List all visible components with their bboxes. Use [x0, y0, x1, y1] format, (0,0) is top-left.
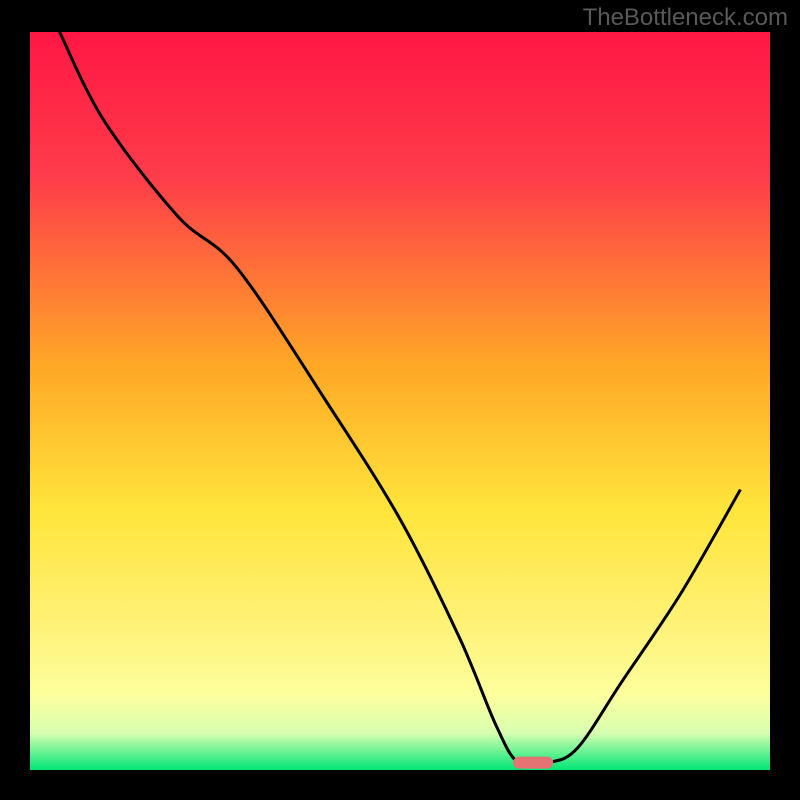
gradient-background — [30, 32, 770, 770]
chart-frame: { "watermark": "TheBottleneck.com", "cha… — [0, 0, 800, 800]
target-marker — [513, 757, 553, 769]
watermark-text: TheBottleneck.com — [583, 4, 788, 32]
bottleneck-chart — [0, 0, 800, 800]
